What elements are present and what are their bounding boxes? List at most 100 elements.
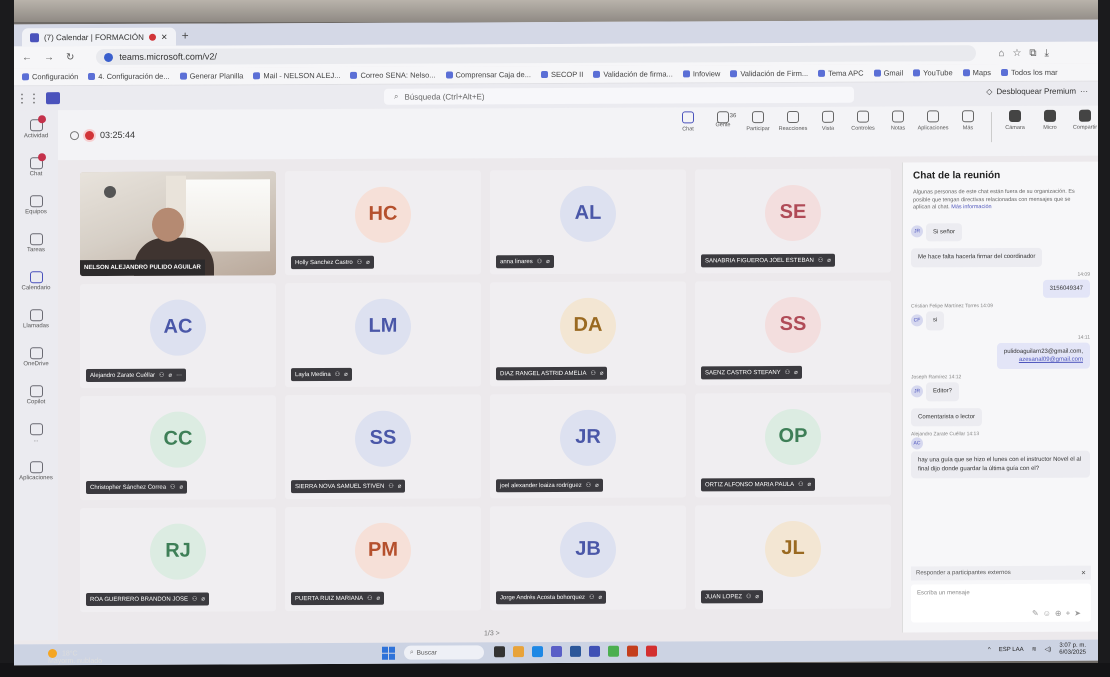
chat-message: JR Si señor [911, 221, 1090, 242]
volume-icon[interactable]: ◁) [1045, 646, 1052, 653]
language-indicator[interactable]: ESP LAA [999, 647, 1024, 653]
rail-item-1[interactable]: Chat [14, 148, 58, 186]
bookmark-item[interactable]: SECOP II [540, 70, 583, 79]
extensions-icon[interactable]: ⧉ [1029, 47, 1036, 58]
bookmark-item[interactable]: Generar Planilla [179, 71, 243, 81]
participant-tile[interactable]: JL JUAN LOPEZ ⚇ ⌀ [695, 504, 891, 610]
tool-button-6[interactable]: Notas [883, 110, 913, 144]
tool-button-5[interactable]: Controles [848, 110, 878, 145]
tool-button-2[interactable]: Participar [743, 111, 773, 145]
participant-tile[interactable]: JB Jorge Andrés Acosta bohorquez ⚇ ⌀ [490, 505, 686, 611]
bookmark-item[interactable]: Correo SENA: Nelso... [350, 71, 436, 80]
download-icon[interactable]: ⤓ [1045, 47, 1049, 58]
participant-tile[interactable]: JR joel alexander loaiza rodríguez ⚇ ⌀ [490, 393, 686, 499]
tool-button-9[interactable]: Cámara [1000, 109, 1030, 144]
tray-chevron-icon[interactable]: ^ [988, 647, 991, 653]
participant-tile[interactable]: LM Layla Medina ⚇ ⌀ [285, 282, 481, 388]
participant-tile[interactable]: SS SIERRA NOVA SAMUEL STIVEN ⚇ ⌀ [285, 394, 481, 500]
participant-tile[interactable]: CC Christopher Sánchez Correa ⚇ ⌀ [80, 395, 276, 501]
new-tab-icon[interactable]: + [182, 29, 189, 46]
translate-icon[interactable]: ⌂ [998, 48, 1004, 59]
participant-tile[interactable]: DA DIAZ RANGEL ASTRID AMELIA ⚇ ⌀ [490, 281, 686, 387]
premium-button[interactable]: ◇ Desbloquear Premium ··· [986, 87, 1088, 96]
bookmark-item[interactable]: Validación de firma... [593, 69, 673, 79]
forward-icon[interactable]: → [44, 52, 54, 63]
tool-button-0[interactable]: Chat [673, 111, 703, 145]
rail-item-7[interactable]: Copilot [14, 376, 58, 414]
bookmark-item[interactable]: Validación de Firm... [730, 69, 808, 78]
word-icon[interactable] [570, 645, 581, 657]
participant-tile[interactable]: HC Holly Sanchez Castro ⚇ ⌀ [285, 170, 481, 276]
search-input[interactable]: ⌕ Búsqueda (Ctrl+Alt+E) [384, 86, 854, 105]
weather-widget[interactable]: 18°C Mayorm. nublado [48, 649, 102, 666]
app-launcher-icon[interactable]: ⋮⋮ [14, 91, 42, 105]
bookmark-item[interactable]: YouTube [913, 68, 953, 77]
message-compose-box[interactable]: Escriba un mensaje ✎☺⊕+➤ [911, 583, 1091, 623]
bookmark-item[interactable]: Todos los mar [1001, 68, 1058, 77]
url-field[interactable]: teams.microsoft.com/v2/ [96, 45, 977, 66]
edge-icon[interactable] [532, 646, 543, 658]
participant-tile[interactable]: SE SANABRIA FIGUEROA JOEL ESTEBAN ⚇ ⌀ [695, 168, 891, 274]
participant-tile[interactable]: AL anna linares ⚇ ⌀ [490, 169, 686, 275]
back-icon[interactable]: ← [22, 52, 32, 63]
participant-tile[interactable]: AC Alejandro Zarate Cuéllar ⚇ ⌀ ··· [80, 283, 276, 389]
more-options-icon[interactable]: ··· [176, 372, 182, 378]
bookmark-item[interactable]: Configuración [22, 72, 78, 81]
rail-item-4[interactable]: Calendario [14, 262, 58, 300]
bookmark-item[interactable]: 4. Configuración de... [88, 72, 170, 81]
close-icon[interactable]: ✕ [1081, 569, 1086, 576]
bookmark-item[interactable]: Tema APC [818, 69, 864, 78]
browser-tab[interactable]: (7) Calendar | FORMACIÓN ✕ [22, 27, 176, 47]
bookmark-item[interactable]: Gmail [873, 68, 903, 78]
participant-tile[interactable]: RJ ROA GUERRERO BRANDON JOSE ⚇ ⌀ [80, 507, 276, 613]
reload-icon[interactable]: ↻ [66, 52, 74, 63]
teams-logo-icon [46, 92, 60, 105]
star-icon[interactable]: ☆ [1012, 47, 1021, 58]
rail-item-6[interactable]: OneDrive [14, 338, 58, 376]
taskbar-search[interactable]: ⌕ Buscar [404, 645, 484, 660]
tool-button-8[interactable]: Más [953, 110, 983, 144]
wifi-icon[interactable]: ≋ [1032, 646, 1037, 653]
grid-pager[interactable]: 1/3 > [484, 630, 500, 637]
taskview-icon[interactable] [494, 646, 505, 658]
rail-item-9[interactable]: Aplicaciones [14, 452, 58, 490]
participant-name: ORTIZ ALFONSO MARIA PAULA [705, 481, 795, 488]
windows-start-icon[interactable] [382, 646, 395, 660]
teams-favicon-icon [30, 32, 39, 42]
chrome-icon[interactable] [608, 645, 619, 657]
reply-external-banner[interactable]: Responder a participantes externos ✕ [911, 565, 1091, 581]
site-info-icon[interactable] [104, 52, 114, 62]
tool-button-4[interactable]: Vista [813, 110, 843, 145]
clock-date: 6/03/2025 [1059, 649, 1086, 656]
clock[interactable]: 3:07 p. m. 6/03/2025 [1059, 643, 1086, 657]
bookmark-item[interactable]: Mail - NELSON ALEJ... [253, 71, 340, 80]
participant-tile[interactable]: NELSON ALEJANDRO PULIDO AGUILAR [80, 171, 276, 277]
tool-button-3[interactable]: Reacciones [778, 110, 808, 145]
tool-button-10[interactable]: Micro [1035, 109, 1065, 144]
message-link[interactable]: azesanal09@gmail.com [1019, 357, 1083, 363]
close-tab-icon[interactable]: ✕ [161, 32, 168, 41]
rail-item-2[interactable]: Equipos [14, 186, 58, 224]
teams-taskbar-icon[interactable] [551, 645, 562, 658]
rail-item-0[interactable]: Actividad [14, 110, 58, 148]
rail-item-8[interactable]: ... [14, 414, 58, 452]
store-icon[interactable] [589, 645, 600, 657]
file-explorer-icon[interactable] [513, 646, 524, 658]
bookmark-item[interactable]: Comprensar Caja de... [445, 70, 531, 79]
tool-button-1[interactable]: 36 Gente [708, 111, 738, 145]
participant-tile[interactable]: SS SAENZ CASTRO STEFANY ⚇ ⌀ [695, 280, 891, 386]
app-icon[interactable] [646, 645, 657, 657]
more-icon[interactable]: ··· [1080, 87, 1088, 96]
powerpoint-icon[interactable] [627, 645, 638, 657]
bookmark-item[interactable]: Infoview [682, 69, 720, 78]
tool-button-11[interactable]: Compartir [1070, 109, 1098, 144]
bookmark-item[interactable]: Maps [962, 68, 991, 77]
rail-item-5[interactable]: Llamadas [14, 300, 58, 338]
participant-tile[interactable]: PM PUERTA RUIZ MARIANA ⚇ ⌀ [285, 506, 481, 612]
more-info-link[interactable]: Más información [951, 204, 991, 210]
compose-tools[interactable]: ✎☺⊕+➤ [1032, 609, 1085, 618]
participant-tile[interactable]: OP ORTIZ ALFONSO MARIA PAULA ⚇ ⌀ [695, 392, 891, 498]
tool-button-7[interactable]: Aplicaciones [918, 110, 948, 144]
rail-item-3[interactable]: Tareas [14, 224, 58, 262]
participant-nameplate: Jorge Andrés Acosta bohorquez ⚇ ⌀ [496, 590, 607, 605]
